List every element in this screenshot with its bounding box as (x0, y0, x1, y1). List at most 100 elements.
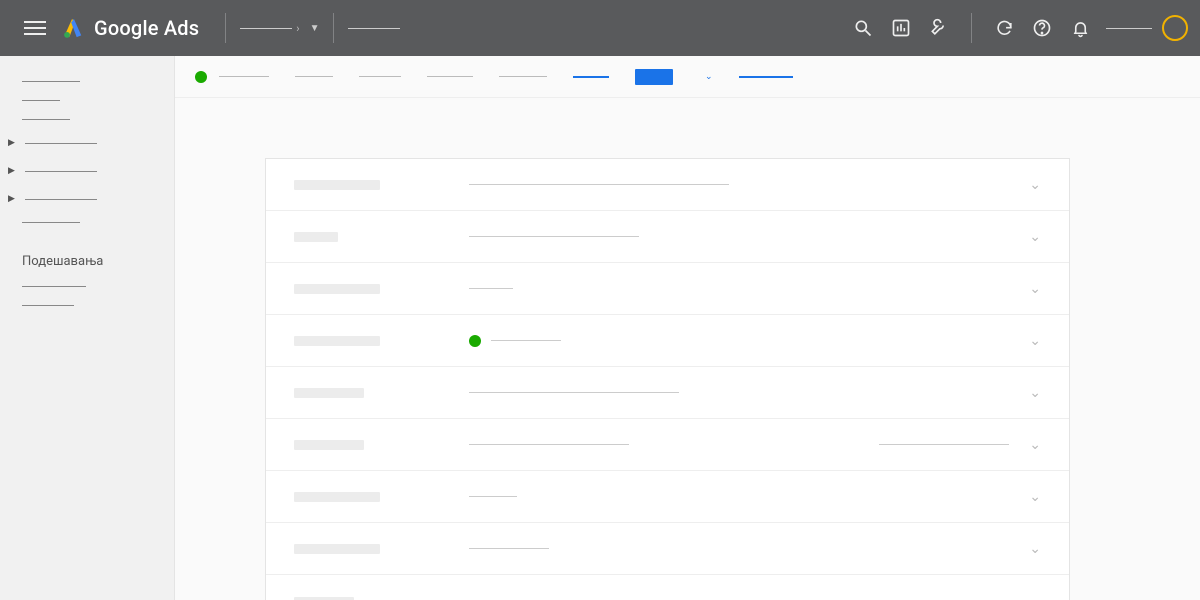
tools-icon[interactable] (929, 18, 949, 38)
header-icon-group (853, 13, 1090, 43)
tab-active-pill[interactable] (635, 69, 673, 85)
sidebar-item[interactable]: ▶ (22, 129, 164, 157)
settings-row[interactable]: ⌄ (266, 159, 1069, 211)
placeholder-line (469, 444, 629, 445)
placeholder-bar (294, 388, 364, 398)
sidebar-sub-item[interactable] (22, 296, 164, 315)
account-menu[interactable] (1106, 15, 1188, 41)
placeholder-line (469, 236, 639, 237)
chevron-down-icon: ⌄ (1029, 541, 1041, 557)
chevron-down-icon: ⌄ (1029, 437, 1041, 453)
tab-item[interactable] (219, 56, 269, 97)
chevron-down-icon: ⌄ (1029, 333, 1041, 349)
placeholder-bar (294, 492, 380, 502)
settings-row[interactable]: ⌄ (266, 315, 1069, 367)
placeholder-bar (294, 597, 354, 600)
app-header: Google Ads › ▼ (0, 0, 1200, 56)
settings-row-value (469, 335, 1029, 347)
placeholder-line (1106, 28, 1152, 29)
settings-row[interactable]: ⌄ (266, 419, 1069, 471)
placeholder-bar (294, 284, 380, 294)
placeholder-line (469, 392, 679, 393)
chevron-down-icon: ⌄ (1029, 489, 1041, 505)
settings-row-label (294, 539, 469, 558)
settings-row[interactable]: ⌄ (266, 575, 1069, 600)
placeholder-line (22, 222, 80, 223)
tab-item[interactable] (499, 56, 547, 97)
status-dot-icon (469, 335, 481, 347)
placeholder-bar (294, 232, 338, 242)
help-icon[interactable] (1032, 18, 1052, 38)
triangle-down-icon: ▼ (310, 23, 320, 34)
settings-row-value (469, 184, 1029, 185)
chevron-down-icon: ⌄ (1029, 177, 1041, 193)
settings-row[interactable]: ⌄ (266, 471, 1069, 523)
placeholder-line (25, 143, 97, 144)
placeholder-bar (294, 544, 380, 554)
separator (333, 13, 334, 43)
tab-item[interactable] (427, 56, 473, 97)
notifications-icon[interactable] (1070, 18, 1090, 38)
placeholder-line (469, 496, 517, 497)
sidebar-sub-item[interactable] (22, 277, 164, 296)
settings-row-label (294, 279, 469, 298)
placeholder-line (469, 184, 729, 185)
placeholder-line (469, 548, 549, 549)
chevron-down-icon: ⌄ (1029, 593, 1041, 600)
settings-row[interactable]: ⌄ (266, 263, 1069, 315)
tab-dropdown[interactable]: ⌄ (699, 56, 713, 97)
product-logo[interactable]: Google Ads (62, 16, 199, 40)
hamburger-menu-icon[interactable] (24, 17, 46, 39)
chevron-down-icon: ⌄ (1029, 385, 1041, 401)
settings-row[interactable]: ⌄ (266, 523, 1069, 575)
placeholder-line (879, 444, 1009, 445)
placeholder-line (22, 305, 74, 306)
sidebar-item[interactable] (22, 91, 164, 110)
avatar[interactable] (1162, 15, 1188, 41)
tab-item[interactable] (295, 56, 333, 97)
sidebar-item[interactable] (22, 110, 164, 129)
tab-more-link[interactable] (739, 56, 793, 97)
settings-row-value (469, 288, 1029, 289)
body: ▶▶▶ Подешавања ⌄ ⌄⌄⌄⌄⌄⌄⌄⌄⌄ (0, 56, 1200, 600)
separator (225, 13, 226, 43)
placeholder-line (219, 76, 269, 77)
chevron-down-icon: ⌄ (1029, 229, 1041, 245)
product-name: Google Ads (94, 16, 199, 40)
settings-row-label (294, 227, 469, 246)
placeholder-line (295, 76, 333, 77)
placeholder-bar (294, 336, 380, 346)
placeholder-line (25, 199, 97, 200)
breadcrumb[interactable] (348, 28, 400, 29)
tab-item[interactable] (573, 56, 609, 97)
sidebar-item[interactable]: ▶ (22, 185, 164, 213)
settings-row[interactable]: ⌄ (266, 211, 1069, 263)
reports-icon[interactable] (891, 18, 911, 38)
chevron-down-icon: ⌄ (705, 72, 713, 82)
search-icon[interactable] (853, 18, 873, 38)
tab-item[interactable] (359, 56, 401, 97)
sidebar-item[interactable] (22, 213, 164, 232)
settings-row-label (294, 435, 469, 454)
settings-row-value (469, 236, 1029, 237)
placeholder-line (25, 171, 97, 172)
tabs-row: ⌄ (175, 56, 1200, 98)
settings-row-value (469, 548, 1029, 549)
settings-row-label (294, 383, 469, 402)
placeholder-bar (294, 180, 380, 190)
separator (971, 13, 972, 43)
placeholder-line (22, 100, 60, 101)
placeholder-line (348, 28, 400, 29)
refresh-icon[interactable] (994, 18, 1014, 38)
triangle-right-icon: ▶ (8, 138, 15, 148)
sidebar-item[interactable] (22, 72, 164, 91)
sidebar-item[interactable]: ▶ (22, 157, 164, 185)
google-ads-logo-icon (62, 17, 84, 39)
placeholder-bar (294, 440, 364, 450)
settings-row-label (294, 487, 469, 506)
settings-row-value (469, 496, 1029, 497)
settings-row[interactable]: ⌄ (266, 367, 1069, 419)
settings-row-label (294, 175, 469, 194)
account-switcher[interactable]: › ▼ (240, 22, 319, 35)
chevron-down-icon: ⌄ (1029, 281, 1041, 297)
